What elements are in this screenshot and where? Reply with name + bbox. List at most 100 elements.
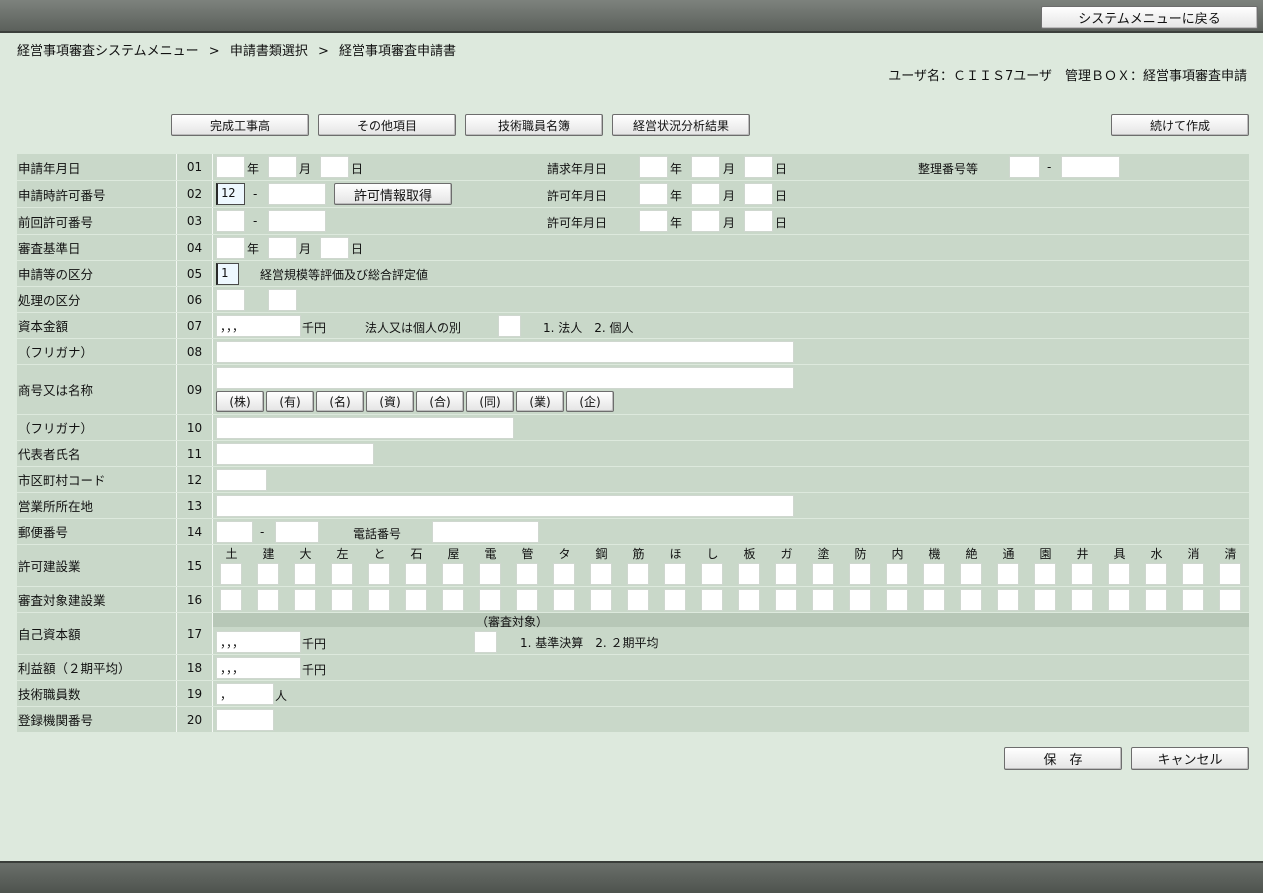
save-button[interactable]: 保 存 (1004, 747, 1122, 770)
review-industry-input-19[interactable] (923, 589, 945, 611)
permit-month-input[interactable] (691, 183, 720, 205)
permit-day-input[interactable] (744, 183, 773, 205)
previous-permit-month-input[interactable] (691, 210, 720, 232)
licensed-industry-input-14[interactable] (738, 563, 760, 585)
application-type-input[interactable]: 1 (216, 263, 239, 285)
review-base-day-input[interactable] (320, 237, 349, 259)
licensed-industry-input-24[interactable] (1108, 563, 1130, 585)
corp-type-mei-button[interactable]: (名) (316, 391, 364, 412)
review-industry-input-9[interactable] (553, 589, 575, 611)
licensed-industry-input-20[interactable] (960, 563, 982, 585)
licensed-industry-input-0[interactable] (220, 563, 242, 585)
review-industry-input-24[interactable] (1108, 589, 1130, 611)
review-industry-input-3[interactable] (331, 589, 353, 611)
review-industry-input-8[interactable] (516, 589, 538, 611)
completion-amount-button[interactable]: 完成工事高 (171, 114, 309, 136)
reference-number-1-input[interactable] (1009, 156, 1040, 178)
equity-amount-input[interactable]: ，，， (216, 631, 301, 653)
corp-type-shi-button[interactable]: (資) (366, 391, 414, 412)
billing-day-input[interactable] (744, 156, 773, 178)
office-address-input[interactable] (216, 495, 794, 517)
licensed-industry-input-19[interactable] (923, 563, 945, 585)
previous-permit-number-input[interactable] (268, 210, 326, 232)
review-industry-input-14[interactable] (738, 589, 760, 611)
corp-type-ki-button[interactable]: (企) (566, 391, 614, 412)
corp-type-kabu-button[interactable]: (株) (216, 391, 264, 412)
company-name-input[interactable] (216, 367, 794, 389)
review-industry-input-7[interactable] (479, 589, 501, 611)
review-base-year-input[interactable] (216, 237, 245, 259)
corp-type-go-button[interactable]: (合) (416, 391, 464, 412)
licensed-industry-input-16[interactable] (812, 563, 834, 585)
review-industry-input-26[interactable] (1182, 589, 1204, 611)
licensed-industry-input-5[interactable] (405, 563, 427, 585)
review-industry-input-2[interactable] (294, 589, 316, 611)
application-month-input[interactable] (268, 156, 297, 178)
system-menu-button[interactable]: システムメニューに戻る (1041, 6, 1258, 29)
phone-number-input[interactable] (432, 521, 539, 543)
review-industry-input-16[interactable] (812, 589, 834, 611)
permit-number-prefix-input[interactable]: 12 (216, 183, 245, 205)
review-industry-input-22[interactable] (1034, 589, 1056, 611)
postal-code-2-input[interactable] (275, 521, 319, 543)
licensed-industry-input-27[interactable] (1219, 563, 1241, 585)
review-industry-input-20[interactable] (960, 589, 982, 611)
equity-review-target-input[interactable] (474, 631, 497, 653)
corp-type-do-button[interactable]: (同) (466, 391, 514, 412)
licensed-industry-input-2[interactable] (294, 563, 316, 585)
processing-type-2-input[interactable] (268, 289, 297, 311)
continue-create-button[interactable]: 続けて作成 (1111, 114, 1249, 136)
postal-code-1-input[interactable] (216, 521, 253, 543)
engineer-list-button[interactable]: 技術職員名簿 (465, 114, 603, 136)
review-industry-input-12[interactable] (664, 589, 686, 611)
billing-year-input[interactable] (639, 156, 668, 178)
licensed-industry-input-17[interactable] (849, 563, 871, 585)
licensed-industry-input-15[interactable] (775, 563, 797, 585)
previous-permit-year-input[interactable] (639, 210, 668, 232)
reference-number-2-input[interactable] (1061, 156, 1120, 178)
licensed-industry-input-21[interactable] (997, 563, 1019, 585)
review-industry-input-4[interactable] (368, 589, 390, 611)
review-industry-input-6[interactable] (442, 589, 464, 611)
review-industry-input-15[interactable] (775, 589, 797, 611)
review-industry-input-5[interactable] (405, 589, 427, 611)
licensed-industry-input-3[interactable] (331, 563, 353, 585)
breadcrumb-item-menu[interactable]: 経営事項審査システムメニュー (17, 44, 199, 59)
licensed-industry-input-25[interactable] (1145, 563, 1167, 585)
review-industry-input-23[interactable] (1071, 589, 1093, 611)
analysis-result-button[interactable]: 経営状況分析結果 (612, 114, 750, 136)
licensed-industry-input-13[interactable] (701, 563, 723, 585)
billing-month-input[interactable] (691, 156, 720, 178)
cancel-button[interactable]: キャンセル (1131, 747, 1249, 770)
previous-permit-day-input[interactable] (744, 210, 773, 232)
get-permit-info-button[interactable]: 許可情報取得 (334, 183, 452, 205)
licensed-industry-input-12[interactable] (664, 563, 686, 585)
representative-furigana-input[interactable] (216, 417, 514, 439)
company-name-furigana-input[interactable] (216, 341, 794, 363)
licensed-industry-input-1[interactable] (257, 563, 279, 585)
other-items-button[interactable]: その他項目 (318, 114, 456, 136)
review-industry-input-0[interactable] (220, 589, 242, 611)
licensed-industry-input-4[interactable] (368, 563, 390, 585)
review-industry-input-13[interactable] (701, 589, 723, 611)
permit-number-input[interactable] (268, 183, 326, 205)
representative-name-input[interactable] (216, 443, 374, 465)
licensed-industry-input-10[interactable] (590, 563, 612, 585)
licensed-industry-input-22[interactable] (1034, 563, 1056, 585)
application-year-input[interactable] (216, 156, 245, 178)
city-code-input[interactable] (216, 469, 267, 491)
licensed-industry-input-11[interactable] (627, 563, 649, 585)
review-industry-input-11[interactable] (627, 589, 649, 611)
engineer-count-input[interactable]: ， (216, 683, 274, 705)
profit-amount-input[interactable]: ，，， (216, 657, 301, 679)
licensed-industry-input-9[interactable] (553, 563, 575, 585)
corp-type-yu-button[interactable]: (有) (266, 391, 314, 412)
previous-permit-prefix-input[interactable] (216, 210, 245, 232)
licensed-industry-input-7[interactable] (479, 563, 501, 585)
registry-number-input[interactable] (216, 709, 274, 731)
review-industry-input-25[interactable] (1145, 589, 1167, 611)
review-industry-input-21[interactable] (997, 589, 1019, 611)
licensed-industry-input-18[interactable] (886, 563, 908, 585)
review-base-month-input[interactable] (268, 237, 297, 259)
breadcrumb-item-select[interactable]: 申請書類選択 (230, 44, 308, 59)
